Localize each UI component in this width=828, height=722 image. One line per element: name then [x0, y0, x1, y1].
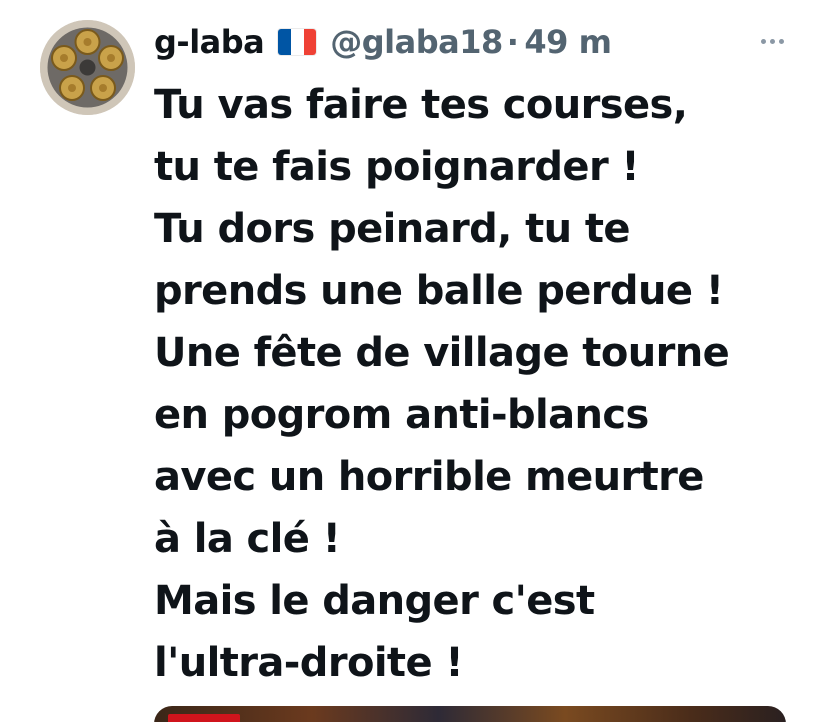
- flag-blue-stripe: [278, 29, 291, 55]
- tweet-text-line: avec un horrible meurtre: [154, 454, 704, 500]
- flag-red-stripe: [303, 29, 317, 55]
- display-name[interactable]: g-laba: [154, 23, 265, 61]
- avatar[interactable]: [40, 20, 135, 115]
- tweet-text-line: à la clé !: [154, 516, 341, 562]
- tweet-text-line: Tu vas faire tes courses,: [154, 82, 688, 128]
- tweet-text-line: Mais le danger c'est: [154, 578, 595, 624]
- tweet-text-line: tu te fais poignarder !: [154, 144, 640, 190]
- france-flag-icon: [278, 29, 317, 55]
- tweet-text-line: Tu dors peinard, tu te: [154, 206, 630, 252]
- tweet[interactable]: g-laba @glaba18 · 49 m Tu vas faire tes …: [0, 0, 828, 722]
- flag-white-stripe: [290, 29, 304, 55]
- tweet-text: Tu vas faire tes courses, tu te fais poi…: [154, 74, 804, 694]
- more-dot: [760, 38, 766, 44]
- timestamp[interactable]: 49 m: [524, 23, 612, 61]
- tweet-text-line: Une fête de village tourne: [154, 330, 730, 376]
- tweet-text-line: l'ultra-droite !: [154, 640, 464, 686]
- separator-dot: ·: [506, 23, 519, 61]
- news-badge: [168, 714, 240, 722]
- tweet-header: g-laba @glaba18 · 49 m: [154, 20, 612, 64]
- revolver-cylinder-avatar: [40, 20, 135, 115]
- news-video-thumbnail[interactable]: [154, 706, 786, 722]
- tweet-text-line: prends une balle perdue !: [154, 268, 724, 314]
- more-dot: [778, 38, 784, 44]
- tweet-text-line: en pogrom anti-blancs: [154, 392, 649, 438]
- more-options-icon[interactable]: [756, 26, 788, 56]
- more-dot: [769, 38, 775, 44]
- user-handle[interactable]: @glaba18: [330, 23, 503, 61]
